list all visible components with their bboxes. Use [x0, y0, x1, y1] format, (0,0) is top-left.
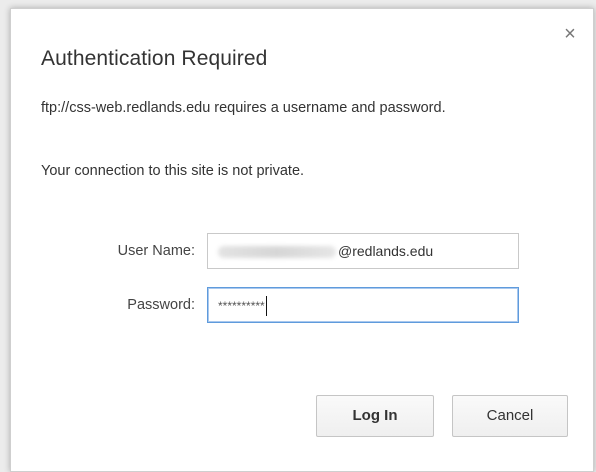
privacy-warning: Your connection to this site is not priv… — [41, 163, 305, 179]
redacted-username — [218, 246, 336, 259]
password-row: Password: ********** — [11, 287, 595, 323]
username-field[interactable]: @redlands.edu — [207, 233, 519, 269]
username-label: User Name: — [117, 243, 195, 259]
password-mask: ********** — [218, 299, 265, 313]
dialog-message: ftp://css-web.redlands.edu requires a us… — [41, 100, 446, 116]
password-label: Password: — [127, 297, 195, 313]
auth-dialog: × Authentication Required ftp://css-web.… — [10, 8, 594, 472]
dialog-title: Authentication Required — [41, 47, 268, 70]
login-button[interactable]: Log In — [316, 395, 434, 437]
text-caret — [265, 296, 267, 317]
username-domain: @redlands.edu — [338, 243, 434, 259]
page: × Authentication Required ftp://css-web.… — [0, 0, 596, 472]
password-field[interactable]: ********** — [207, 287, 519, 323]
username-row: User Name: @redlands.edu — [11, 233, 595, 269]
close-icon[interactable]: × — [559, 23, 581, 45]
cancel-button[interactable]: Cancel — [452, 395, 568, 437]
